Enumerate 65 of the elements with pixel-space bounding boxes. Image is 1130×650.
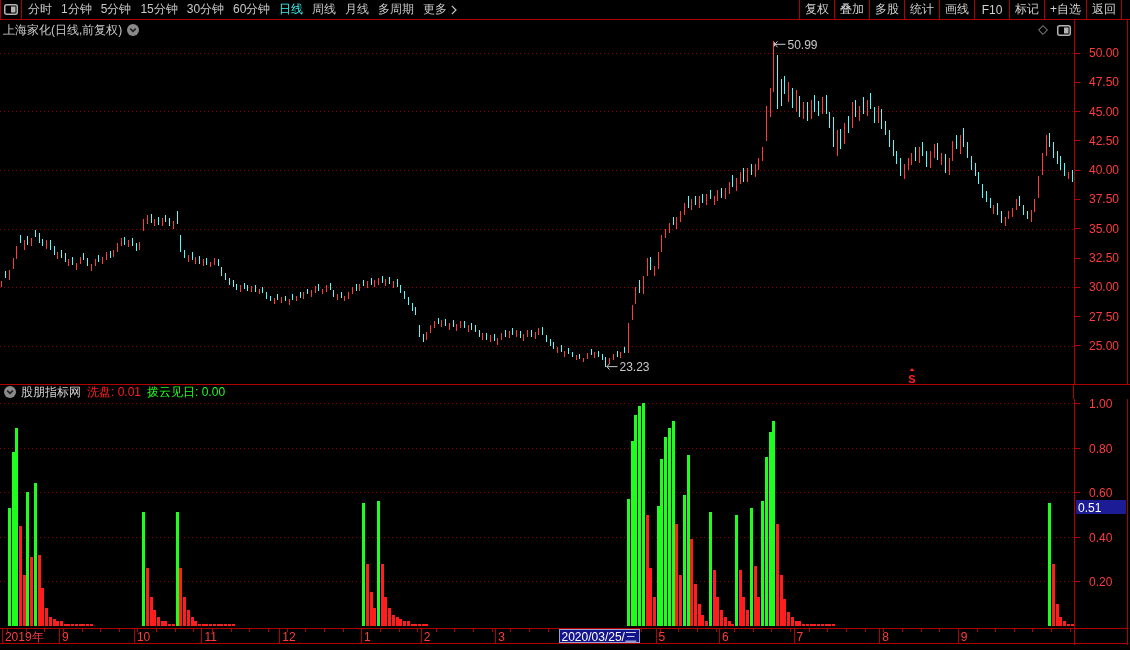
axis-label: 45.00 [1075,104,1120,119]
axis-label: 1 [364,630,371,644]
diamond-icon[interactable] [1038,25,1048,35]
axis-label: 0.20 [1089,575,1113,589]
period-tab[interactable]: 多周期 [378,0,415,19]
axis-label: 27.50 [1075,309,1120,324]
axis-label: 12 [282,630,296,644]
indicator-reading: : 0.00 [195,385,226,399]
period-tab[interactable]: 分时 [28,0,52,19]
toolbar-button[interactable]: 叠加 [834,0,869,19]
price-label: 50.99 [787,40,818,52]
value-tag: 0.51 [1076,500,1126,515]
signal-label: S [908,373,916,384]
legend-label: 拨云见日 [147,383,196,401]
toolbar-button[interactable]: 标记 [1009,0,1044,19]
axis-label: 35.00 [1075,221,1120,236]
axis-label: 2019年 [4,630,44,644]
axis-label: 1.00 [1089,399,1113,411]
arrow-up-icon [909,368,915,371]
period-tab[interactable]: 月线 [345,0,370,19]
indicator-name: 股朋指标网 [21,383,81,401]
pointer-arrow-icon [774,40,786,48]
chart-title: 上海家化(日线,前复权) [3,21,123,39]
axis-label: 9 [960,630,968,644]
period-tab[interactable]: 30分钟 [186,0,225,19]
toolbar-button[interactable]: F10 [974,0,1009,19]
panel-icon[interactable] [1057,24,1071,36]
axis-label: 8 [882,630,889,644]
axis-label: 9 [61,630,69,644]
dropdown-icon[interactable] [127,24,140,36]
axis-label: 25.00 [1075,338,1120,353]
axis-label: 42.50 [1075,133,1120,148]
period-tab[interactable]: 日线 [279,0,304,19]
cursor-date-label: 2020/03/25/三 [559,629,640,644]
axis-label: 0.60 [1089,486,1113,500]
chevron-right-icon [451,4,458,15]
price-label: 23.23 [619,360,650,375]
more-menu-button[interactable]: 更多 [423,0,458,19]
axis-label: 2 [423,630,431,644]
axis-label: 0.40 [1089,531,1113,545]
panel-toggle-button[interactable] [0,0,22,19]
toolbar-button[interactable]: 返回 [1086,0,1121,19]
toolbar-button[interactable]: 多股 [869,0,904,19]
indicator-reading: : 0.01 [111,385,142,399]
axis-label: 0.80 [1089,442,1113,456]
period-tab[interactable]: 5分钟 [100,0,132,19]
toolbar-button[interactable]: +自选 [1044,0,1086,19]
axis-label: 7 [796,630,804,644]
toolbar-button[interactable]: 画线 [939,0,974,19]
axis-label: 50.00 [1075,46,1120,60]
axis-label: 5 [658,630,666,644]
panel-icon [4,4,18,15]
axis-label: 6 [722,630,729,644]
dropdown-icon[interactable] [4,386,16,398]
legend-label: 洗盘 [87,383,111,401]
period-tab[interactable]: 60分钟 [233,0,271,19]
toolbar-button[interactable]: 复权 [799,0,834,19]
axis-label: 10 [136,630,151,644]
axis-label: 11 [204,630,217,644]
period-tab[interactable]: 周线 [312,0,337,19]
toolbar-button[interactable]: 统计 [904,0,939,19]
axis-label: 3 [498,630,505,644]
period-tab[interactable]: 15分钟 [140,0,178,19]
period-tab[interactable]: 1分钟 [61,0,92,19]
pointer-arrow-icon [606,363,618,371]
